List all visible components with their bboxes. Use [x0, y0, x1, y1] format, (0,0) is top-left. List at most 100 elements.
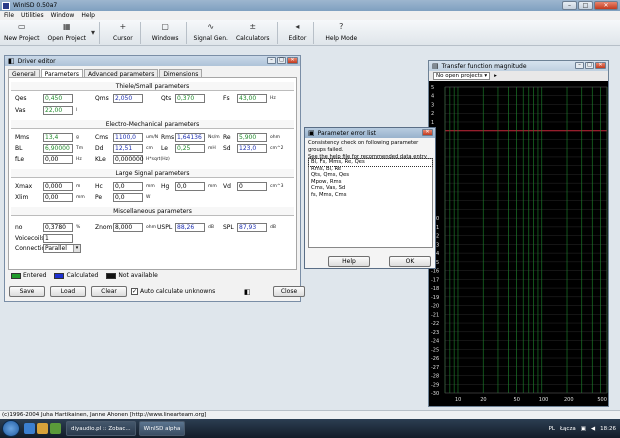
qes-input[interactable]: 0,450 — [43, 94, 73, 103]
menu-utilities[interactable]: Utilities — [21, 12, 44, 19]
re-label: Re — [223, 134, 231, 141]
qes-label: Qes — [15, 95, 27, 102]
close-button[interactable]: ✕ — [594, 1, 618, 10]
le-input[interactable]: 0,25 — [175, 144, 205, 153]
help-mode-button[interactable]: ? Help Mode — [321, 20, 361, 45]
clear-button[interactable]: Clear — [91, 286, 127, 297]
start-button[interactable] — [2, 420, 20, 437]
menu-window[interactable]: Window — [51, 12, 75, 19]
media-icon[interactable] — [50, 423, 61, 434]
y-tick-label: -26 — [431, 356, 439, 362]
calculators-button[interactable]: ± Calculators — [232, 20, 274, 45]
y-tick-label: 3 — [431, 102, 434, 108]
clock[interactable]: 18:26 — [600, 426, 616, 432]
editor-button[interactable]: ◂ Editor — [285, 20, 311, 45]
fs-input[interactable]: 43,00 — [237, 94, 267, 103]
project-selector[interactable]: No open projects ▾ — [433, 72, 491, 80]
signal-gen-button[interactable]: ∿ Signal Gen. — [190, 20, 232, 45]
transfer-function-plot[interactable]: 543210-1-2-3-4-5-6-7-8-9-10-11-12-13-14-… — [429, 83, 608, 406]
tf-maximize[interactable]: □ — [585, 62, 594, 69]
y-tick-label: -22 — [431, 321, 439, 327]
y-tick-label: -25 — [431, 347, 439, 353]
kle-input[interactable]: 0,000000 — [113, 155, 144, 164]
connection-select[interactable]: Parallel ▾ — [43, 244, 81, 253]
close-editor-button[interactable]: Close — [273, 286, 305, 297]
save-button[interactable]: Save — [9, 286, 45, 297]
spl-input[interactable]: 87,93 — [237, 223, 267, 232]
list-item[interactable]: fs, Mms, Cms — [309, 192, 432, 199]
rms-input[interactable]: 1,64136 — [175, 133, 205, 142]
new-project-button[interactable]: ▭ New Project — [0, 20, 44, 45]
xmax-input[interactable]: 0,000 — [43, 182, 73, 191]
window-title: WinISD 0.50a7 — [13, 2, 58, 9]
driver-editor-close[interactable]: ✕ — [287, 57, 298, 64]
help-button[interactable]: Help — [328, 256, 370, 267]
parameter-error-close[interactable]: ✕ — [422, 129, 433, 136]
bl-input[interactable]: 6,90000 — [43, 144, 73, 153]
vd-input[interactable]: 0 — [237, 182, 267, 191]
ok-button[interactable]: OK — [389, 256, 431, 267]
uspl-input[interactable]: 88,26 — [175, 223, 205, 232]
tf-minimize[interactable]: – — [575, 62, 584, 69]
menu-help[interactable]: Help — [81, 12, 95, 19]
hc-input[interactable]: 0,0 — [113, 182, 143, 191]
menu-file[interactable]: File — [4, 12, 14, 19]
kle-label: KLe — [95, 156, 106, 163]
volume-icon[interactable]: ◀ — [591, 426, 595, 432]
hg-input[interactable]: 0,0 — [175, 182, 205, 191]
task-browser[interactable]: diyaudio.pl :: Zobac... — [66, 421, 136, 436]
pe-input[interactable]: 0,0 — [113, 193, 143, 202]
x-tick-label: 200 — [564, 397, 574, 403]
znom-input[interactable]: 8,000 — [113, 223, 143, 232]
driver-editor-title-bar[interactable]: ◧ Driver editor – □ ✕ — [5, 56, 300, 66]
open-project-dropdown[interactable]: ▾ — [90, 20, 96, 45]
qts-input[interactable]: 0,370 — [175, 94, 205, 103]
mms-input[interactable]: 13,4 — [43, 133, 73, 142]
tab-general[interactable]: General — [8, 69, 40, 78]
toolbar-separator — [99, 22, 101, 44]
network-icon[interactable]: ▣ — [581, 426, 586, 432]
parameter-error-list[interactable]: Bl, Fs, Mms, Re, Qes Rms, Bl, Re Qts, Qm… — [308, 158, 433, 248]
network-label[interactable]: Łącza — [560, 426, 576, 432]
cms-input[interactable]: 1100,0 — [113, 133, 143, 142]
tab-advanced-parameters[interactable]: Advanced parameters — [84, 69, 159, 78]
vas-input[interactable]: 22,00 — [43, 106, 73, 115]
help-icon: ? — [339, 22, 344, 31]
windows-icon: ▢ — [161, 22, 169, 31]
menu-bar: File Utilities Window Help — [0, 11, 620, 20]
tf-close[interactable]: ✕ — [595, 62, 606, 69]
tf-nav-arrow-icon[interactable]: ▸ — [494, 73, 497, 79]
sd-input[interactable]: 123,0 — [237, 144, 267, 153]
maximize-button[interactable]: □ — [578, 1, 593, 10]
folder-icon[interactable] — [37, 423, 48, 434]
qms-input[interactable]: 2,050 — [113, 94, 143, 103]
task-winisd[interactable]: WinISD alpha — [138, 421, 186, 436]
transfer-function-title-bar[interactable]: ▤ Transfer function magnitude – □ ✕ — [429, 61, 608, 71]
tab-parameters[interactable]: Parameters — [40, 69, 83, 78]
open-project-button[interactable]: ▦ Open Project — [44, 20, 90, 45]
auto-calculate-checkbox[interactable]: ✓ Auto calculate unknowns — [131, 288, 215, 295]
cms-unit: um/N — [146, 135, 159, 140]
dd-input[interactable]: 12,51 — [113, 144, 143, 153]
windows-button[interactable]: ▢ Windows — [148, 20, 183, 45]
fle-input[interactable]: 0,00 — [43, 155, 73, 164]
driver-editor-buttons: Save Load Clear ✓ Auto calculate unknown… — [9, 286, 305, 298]
voicecoils-input[interactable]: 1 — [43, 234, 73, 243]
driver-editor-minimize[interactable]: – — [267, 57, 276, 64]
tab-dimensions[interactable]: Dimensions — [159, 69, 203, 78]
parameter-error-dialog: ▣ Parameter error list ✕ Consistency che… — [304, 127, 436, 269]
vd-unit: cm^3 — [270, 184, 284, 189]
minimize-button[interactable]: – — [562, 1, 577, 10]
ie-icon[interactable] — [24, 423, 35, 434]
parameter-error-title-bar[interactable]: ▣ Parameter error list ✕ — [305, 128, 435, 138]
legend-swatch-entered — [11, 272, 21, 279]
driver-editor-maximize[interactable]: □ — [277, 57, 286, 64]
y-tick-label: 4 — [431, 94, 434, 100]
re-input[interactable]: 5,900 — [237, 133, 267, 142]
load-button[interactable]: Load — [50, 286, 86, 297]
language-indicator[interactable]: PL — [549, 426, 555, 432]
cursor-button[interactable]: + Cursor — [109, 20, 137, 45]
voicecoils-label: Voicecoils — [15, 235, 45, 242]
xlim-input[interactable]: 0,00 — [43, 193, 73, 202]
no-input[interactable]: 0,3780 — [43, 223, 73, 232]
